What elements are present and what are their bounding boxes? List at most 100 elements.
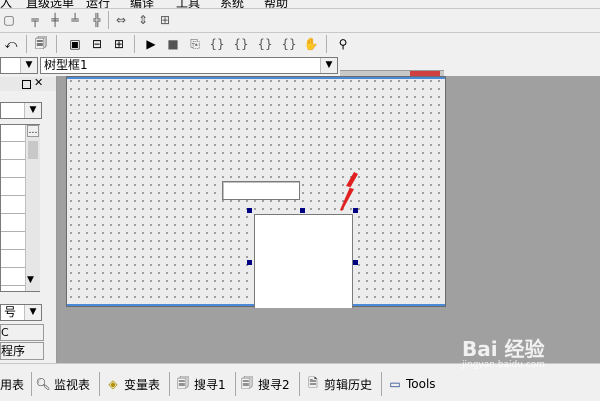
menu-item[interactable]: 系统: [220, 0, 244, 8]
menu-item[interactable]: 入: [0, 0, 12, 8]
panel-combo[interactable]: ▼: [0, 102, 42, 119]
watermark: Bai 经验 jingyan.baidu.com: [462, 338, 598, 378]
control-combo[interactable]: 树型框1 ▼: [40, 57, 338, 74]
table-row[interactable]: [1, 161, 25, 178]
hand-icon[interactable]: ✋: [302, 35, 320, 53]
run-icon[interactable]: ▶: [142, 35, 160, 53]
list-scrollbar[interactable]: … ▼: [25, 125, 40, 291]
panel-tab-label: 程序: [1, 344, 26, 358]
selection-handle[interactable]: [353, 260, 358, 265]
window-icon: ▭: [389, 377, 401, 391]
panel-combo-2[interactable]: 号 ▼: [0, 304, 42, 321]
align-middle-icon[interactable]: ╪: [46, 11, 64, 29]
align-top-icon[interactable]: ╤: [26, 11, 44, 29]
chevron-down-icon[interactable]: ▼: [27, 275, 34, 285]
split-horizontal-icon[interactable]: ⊟: [88, 35, 106, 53]
undo-icon[interactable]: ⤺: [2, 35, 20, 53]
tab-label: Tools: [406, 377, 436, 391]
panel-tab[interactable]: C: [0, 324, 44, 341]
search-window-icon: 🗐: [241, 375, 253, 390]
step-into-icon[interactable]: {}: [208, 35, 226, 53]
panel-tab-label: C: [1, 326, 9, 339]
tab-search2[interactable]: 🗐 搜寻2: [240, 372, 300, 396]
tab-table[interactable]: 用表: [0, 372, 32, 396]
step-out-icon[interactable]: {}: [232, 35, 250, 53]
tab-label: 监视表: [54, 377, 91, 392]
align-icon[interactable]: ▢: [0, 11, 18, 29]
find-icon[interactable]: 🗐: [32, 35, 50, 53]
menu-item[interactable]: 直级选单: [26, 0, 74, 8]
variables-icon: ◈: [108, 377, 118, 391]
tab-label: 剪辑历史: [324, 377, 373, 392]
table-row[interactable]: [1, 197, 25, 214]
tab-watch[interactable]: 🔍︎ 监视表: [35, 372, 100, 396]
table-row[interactable]: [1, 143, 25, 160]
table-row[interactable]: [1, 269, 25, 286]
step-icon[interactable]: ⎘: [186, 35, 204, 53]
clipboard-icon: 🗎: [308, 375, 318, 390]
chevron-down-icon[interactable]: ▼: [20, 58, 37, 73]
chevron-down-icon[interactable]: ▼: [320, 58, 337, 73]
tab-clipboard-history[interactable]: 🗎 剪辑历史: [306, 372, 382, 396]
panel-header: ✕: [0, 77, 56, 91]
panel-restore-icon[interactable]: [22, 80, 31, 89]
alignment-toolbar: ▢ ╤ ╪ ╧ ╬ ⇔ ⇕ ⊞: [0, 9, 600, 33]
split-window-icon[interactable]: ⊞: [110, 35, 128, 53]
tab-search1[interactable]: 🗐 搜寻1: [176, 372, 236, 396]
panel-close-icon[interactable]: ✕: [34, 77, 43, 88]
selection-handle[interactable]: [300, 208, 305, 213]
form-designer-canvas[interactable]: [66, 76, 446, 308]
ellipsis-button[interactable]: …: [27, 125, 39, 137]
same-size-icon[interactable]: ⊞: [156, 11, 174, 29]
align-bottom-icon[interactable]: ╧: [66, 11, 84, 29]
toolbar-separator: [326, 35, 327, 53]
chevron-down-icon[interactable]: ▼: [24, 103, 41, 118]
tab-variables[interactable]: ◈ 变量表: [106, 372, 170, 396]
table-row[interactable]: [1, 251, 25, 268]
panel-tab[interactable]: 程序: [0, 342, 44, 360]
chevron-down-icon[interactable]: ▼: [24, 305, 41, 320]
annotation-arrow-icon: [340, 172, 358, 211]
toolbar-separator: [56, 35, 57, 53]
toolbar-separator: [108, 11, 109, 29]
search-window-icon: 🗐: [177, 375, 189, 390]
table-row[interactable]: [1, 233, 25, 250]
menu-item[interactable]: 帮助: [264, 0, 288, 8]
table-row[interactable]: [1, 215, 25, 232]
toolbar-separator: [26, 35, 27, 53]
menu-item[interactable]: 工具: [176, 0, 200, 8]
same-height-icon[interactable]: ⇕: [134, 11, 152, 29]
stop-icon[interactable]: ■: [164, 35, 182, 53]
tab-label: 搜寻1: [194, 377, 226, 392]
run-to-cursor-icon[interactable]: {}: [256, 35, 274, 53]
edit-box-control[interactable]: [222, 181, 300, 200]
tree-view-control[interactable]: [254, 214, 353, 308]
tab-label: 用表: [0, 377, 25, 392]
property-list[interactable]: … ▼: [0, 124, 40, 292]
control-combo-value: 树型框1: [44, 58, 88, 72]
watermark-subtext: jingyan.baidu.com: [462, 360, 546, 370]
menu-item[interactable]: 编译: [130, 0, 154, 8]
tab-label: 搜寻2: [258, 377, 290, 392]
tab-tools[interactable]: ▭ Tools: [388, 372, 444, 396]
panel-combo-value: 号: [4, 305, 17, 319]
debug-toolbar: ⤺ 🗐 ▣ ⊟ ⊞ ▶ ■ ⎘ {} {} {} {} ✋ ⚲: [0, 33, 600, 57]
component-selector-row: ▼ 树型框1 ▼: [0, 56, 600, 77]
table-row[interactable]: [1, 125, 25, 142]
table-row[interactable]: [1, 179, 25, 196]
scroll-thumb[interactable]: [28, 141, 38, 159]
object-combo[interactable]: ▼: [0, 57, 38, 74]
selection-handle[interactable]: [247, 208, 252, 213]
menu-item[interactable]: 运行: [86, 0, 110, 8]
menu-bar: 入 直级选单 运行 编译 工具 系统 帮助: [0, 0, 600, 9]
binoculars-icon[interactable]: ⚲: [334, 35, 352, 53]
magnifier-icon: 🔍︎: [35, 377, 51, 391]
watermark-text: Bai 经验: [462, 337, 545, 361]
tab-label: 变量表: [124, 377, 161, 392]
breakpoint-icon[interactable]: {}: [280, 35, 298, 53]
form-title-accent: [67, 77, 445, 79]
window-icon[interactable]: ▣: [66, 35, 84, 53]
selection-handle[interactable]: [247, 260, 252, 265]
same-width-icon[interactable]: ⇔: [112, 11, 130, 29]
space-evenly-icon[interactable]: ╬: [88, 11, 106, 29]
